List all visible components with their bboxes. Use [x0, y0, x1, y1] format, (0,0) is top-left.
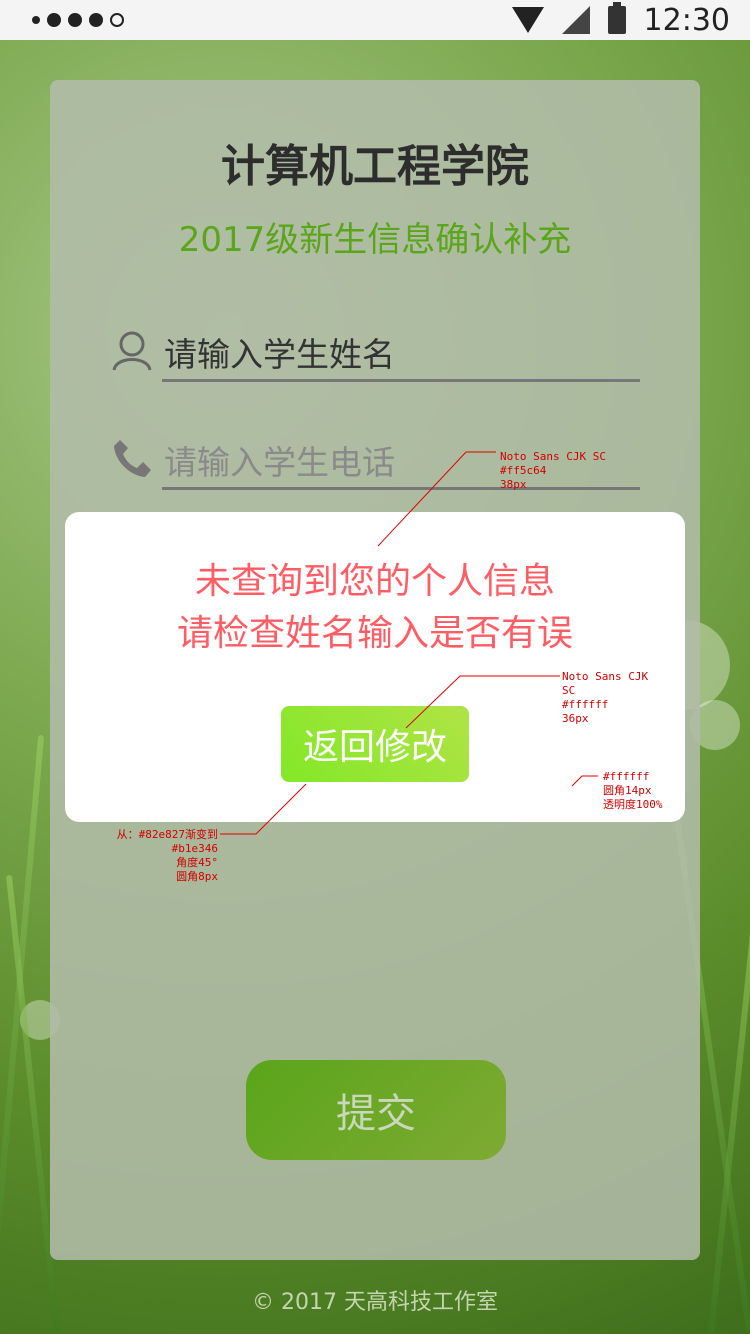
annotation-text: #ffffff: [603, 770, 650, 783]
status-bar: 12:30: [0, 0, 750, 40]
annotation-message-spec: Noto Sans CJK SC #ff5c64 38px: [500, 450, 606, 492]
annotation-text: Noto Sans CJK SC: [500, 450, 606, 463]
annotation-text: 透明度100%: [603, 798, 663, 811]
annotation-button-text-spec: Noto Sans CJK SC #ffffff 36px: [562, 670, 648, 726]
error-message-line2: 请检查姓名输入是否有误: [176, 613, 573, 654]
annotation-dialog-spec: #ffffff 圆角14px 透明度100%: [603, 770, 663, 812]
signal-dot: [47, 13, 61, 27]
signal-dots: [32, 13, 124, 27]
student-name-value: 请输入学生姓名: [164, 335, 395, 374]
submit-button[interactable]: 提交: [246, 1060, 506, 1160]
annotation-text: 角度45°: [176, 856, 218, 869]
error-dialog: 未查询到您的个人信息 请检查姓名输入是否有误 返回修改: [65, 512, 685, 822]
user-icon: [112, 331, 152, 371]
annotation-text: Noto Sans CJK: [562, 670, 649, 683]
signal-dot: [110, 13, 124, 27]
copyright: © 2017 天高科技工作室: [252, 1290, 498, 1315]
annotation-text: 从：#82e827渐变到#b1e346: [116, 828, 218, 855]
annotation-text: SC: [562, 684, 576, 697]
signal-dot: [32, 16, 40, 24]
back-to-edit-button[interactable]: 返回修改: [281, 706, 469, 782]
student-name-field[interactable]: 请输入学生姓名: [110, 322, 640, 382]
battery-icon: [607, 2, 626, 34]
annotation-button-spec: 从：#82e827渐变到#b1e346 角度45° 圆角8px: [72, 828, 218, 884]
annotation-text: #ffffff: [562, 698, 609, 711]
page-title: 计算机工程学院: [221, 141, 529, 192]
underline: [162, 379, 640, 382]
student-phone-placeholder: 请输入学生电话: [164, 443, 395, 482]
cellular-signal-icon: [561, 6, 590, 34]
wifi-icon: [511, 7, 544, 33]
annotation-text: 38px: [500, 478, 527, 491]
annotation-text: 圆角14px: [603, 784, 652, 797]
annotation-text: 圆角8px: [176, 870, 218, 883]
annotation-text: #ff5c64: [500, 464, 547, 477]
annotation-text: 36px: [562, 712, 589, 725]
signal-dot: [68, 13, 82, 27]
error-message-line1: 未查询到您的个人信息: [194, 561, 555, 602]
clock: 12:30: [643, 2, 730, 38]
signal-dot: [89, 13, 103, 27]
phone-icon: [114, 440, 151, 477]
page-subtitle: 2017级新生信息确认补充: [178, 220, 572, 260]
